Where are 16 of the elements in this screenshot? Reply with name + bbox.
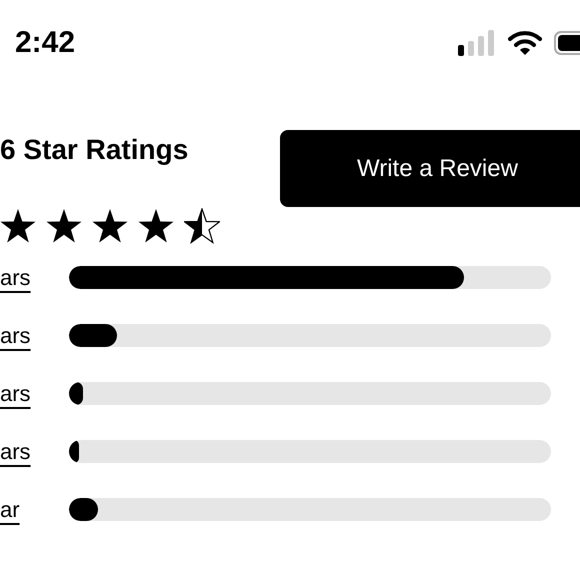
signal-icon xyxy=(458,30,496,56)
star-icon xyxy=(184,208,220,244)
rating-link[interactable]: ars xyxy=(0,382,69,404)
rating-link[interactable]: ar xyxy=(0,498,69,520)
status-time: 2:42 xyxy=(15,28,76,58)
rating-link[interactable]: ars xyxy=(0,324,69,346)
ratings-title: 6 Star Ratings xyxy=(0,136,190,164)
star-icon xyxy=(46,208,82,244)
battery-icon xyxy=(554,30,580,56)
write-review-button[interactable]: Write a Review xyxy=(280,130,580,207)
star-icon xyxy=(92,208,128,244)
star-icon xyxy=(0,208,36,244)
wifi-icon xyxy=(508,30,542,56)
star-icon xyxy=(138,208,174,244)
rating-link[interactable]: ars xyxy=(0,440,69,462)
rating-link[interactable]: ars xyxy=(0,266,69,288)
